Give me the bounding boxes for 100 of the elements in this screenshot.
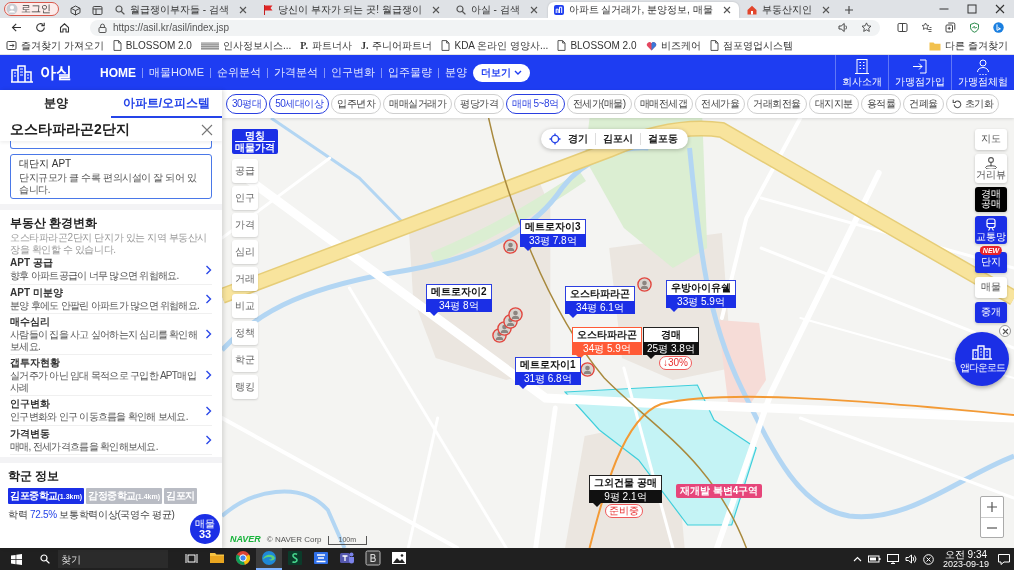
page-icon xyxy=(112,40,122,51)
status-button[interactable] xyxy=(922,553,934,565)
bookmark-link[interactable]: 즐겨찾기 가져오기 xyxy=(6,40,104,51)
nav-link[interactable]: 매물HOME xyxy=(149,67,204,78)
breadcrumb-item[interactable]: 김포시 xyxy=(596,133,640,145)
map-menu-button[interactable]: 심리 xyxy=(232,240,258,264)
nav-link[interactable]: 분양 xyxy=(445,67,467,78)
item-title: 가격변동 xyxy=(10,427,51,440)
close-icon xyxy=(995,4,1005,14)
browser-tab[interactable]: 부동산지인 xyxy=(740,2,838,18)
more-button[interactable]: 더보기 xyxy=(473,63,530,82)
section-title: 부동산 환경변화 xyxy=(10,216,99,231)
map-side-button[interactable]: 거리뷰 xyxy=(975,154,1007,183)
show-hidden-icons-button[interactable] xyxy=(852,556,862,562)
person-pin-icon xyxy=(984,156,998,169)
bookmark-link[interactable]: 비즈케어 xyxy=(645,40,701,51)
academic-stat: 학력 72.5% 보통학력이상(국영수 평균) xyxy=(8,508,176,521)
speaker-icon xyxy=(904,554,917,564)
search-field[interactable]: 찾기 xyxy=(58,550,168,568)
item-description: 사람들이 집을 사고 싶어하는지 심리를 확인해 보세요. xyxy=(10,329,199,353)
map-menu-button[interactable]: 학군 xyxy=(232,348,258,372)
browser-tab[interactable]: 월급쟁이부자들 - 검색 xyxy=(109,2,255,18)
item-description: 향후 아파트공급이 너무 많으면 위험해요. xyxy=(10,270,180,282)
map-menu-button[interactable]: 거래 xyxy=(232,267,258,291)
map-side-button[interactable]: 교통망 xyxy=(975,215,1007,244)
item-description: 분양 후에도 안팔린 아파트가 많으면 위험해요. xyxy=(10,299,201,312)
map-side-button[interactable]: 매물 xyxy=(975,277,1007,298)
nav-link[interactable]: HOME xyxy=(100,66,136,79)
bookmark-link[interactable]: 점포영업시스템 xyxy=(709,40,793,51)
crosshair-icon[interactable] xyxy=(549,133,561,145)
bookmark-link[interactable]: 인사정보시스... xyxy=(200,40,292,51)
card-text: 단지규모가 클 수록 편의시설이 잘 되어 있습니다. xyxy=(19,172,198,195)
map-side-button[interactable]: 중개 xyxy=(975,302,1007,323)
sign-in-icon xyxy=(911,58,929,75)
map-menu-button[interactable]: 정책 xyxy=(232,321,258,345)
environment-item[interactable]: 가격변동 매매, 전세가격흐름을 확인해보세요. xyxy=(10,425,212,456)
map-menu-button[interactable]: 공급 xyxy=(232,159,258,183)
map-menu-button[interactable]: 인구 xyxy=(232,186,258,210)
network-button[interactable] xyxy=(886,554,899,564)
star-icon[interactable] xyxy=(861,22,872,33)
environment-item[interactable]: 갭투자현황 실거주가 아닌 임대 목적으로 구입한 APT매입 사례 xyxy=(10,355,212,397)
nav-link[interactable]: 순위분석 xyxy=(217,67,261,78)
chevron-up-icon xyxy=(852,556,862,562)
bookmark-link[interactable]: P. 파트너사 xyxy=(300,40,352,51)
notifications-button[interactable] xyxy=(998,553,1010,565)
bookmark-link[interactable]: J. 주니어파트너 xyxy=(360,40,433,51)
avatar-icon[interactable] xyxy=(503,239,518,254)
toggle-option[interactable]: 매물가격 xyxy=(235,141,275,153)
map-menu-button[interactable]: 비교 xyxy=(232,294,258,318)
minus-icon xyxy=(986,526,998,529)
close-button[interactable] xyxy=(200,122,214,137)
breadcrumb-item[interactable]: 걸포동 xyxy=(641,133,685,145)
bookmark-link[interactable]: BLOSSOM 2.0 xyxy=(557,40,637,51)
folder-icon xyxy=(209,550,225,566)
toggle-option[interactable]: 명칭 xyxy=(235,130,275,141)
map-side-button[interactable]: 경매 공매 xyxy=(975,186,1007,212)
area-tag[interactable]: 재개발 북변4구역 xyxy=(676,484,763,498)
bookmark-folder[interactable]: 다른 즐겨찾기 xyxy=(929,40,1008,51)
avatar-icon[interactable] xyxy=(637,277,652,292)
panel-tab[interactable]: 분양 xyxy=(0,90,111,118)
page-icon xyxy=(441,40,451,51)
logo-icon xyxy=(553,5,564,15)
map-side-button[interactable]: 지도 xyxy=(975,129,1007,150)
nav-link[interactable]: 인구변화 xyxy=(331,67,375,78)
avatar-icon[interactable] xyxy=(508,307,523,322)
map-drawing[interactable] xyxy=(222,118,1014,548)
search-icon xyxy=(40,554,50,564)
browser-tab[interactable]: 아실 - 검색 xyxy=(449,2,546,18)
map-menu-button[interactable]: 랭킹 xyxy=(232,375,258,399)
item-title: 매수심리 xyxy=(10,316,51,329)
environment-item[interactable]: 매수심리 사람들이 집을 사고 싶어하는지 심리를 확인해 보세요. xyxy=(10,314,212,356)
browser-tab[interactable]: 아파트 실거래가, 분양정보, 매물 xyxy=(547,2,739,18)
map-side-button[interactable]: 단지 xyxy=(975,252,1007,273)
nav-link[interactable]: 가격분석 xyxy=(274,67,318,78)
bookmark-link[interactable]: KDA 온라인 영양사... xyxy=(441,40,549,51)
section-title: 학군 정보 xyxy=(8,469,61,484)
marker-title: 오스타파라곤 xyxy=(565,286,635,301)
person-icon xyxy=(974,58,992,75)
environment-item[interactable]: APT 공급 향후 아파트공급이 너무 많으면 위험해요. xyxy=(10,255,212,285)
volume-button[interactable] xyxy=(904,554,917,564)
address-field[interactable]: https://asil.kr/asil/index.jsp xyxy=(90,19,880,36)
assistant-logo-icon xyxy=(992,22,1004,33)
browser-tab[interactable]: 당신이 부자가 되는 곳! 월급쟁이 xyxy=(256,2,448,18)
environment-item[interactable]: APT 미분양 분양 후에도 안팔린 아파트가 많으면 위험해요. xyxy=(10,284,212,315)
site-logo[interactable]: 아실 xyxy=(10,62,72,83)
environment-item[interactable]: 인구변화 인구변화와 인구 이동흐름을 확인해 보세요. xyxy=(10,396,212,426)
logo-icon xyxy=(200,41,219,50)
profile-button[interactable]: 로그인 xyxy=(4,2,59,16)
breadcrumb-item[interactable]: 경기 xyxy=(561,133,595,145)
bookmark-link[interactable]: BLOSSOM 2.0 xyxy=(112,40,192,51)
heart-icon xyxy=(645,40,657,51)
clock[interactable]: 오전 9:34 2023-09-19 xyxy=(939,549,992,569)
map-menu-button[interactable]: 가격 xyxy=(232,213,258,237)
battery-button[interactable] xyxy=(867,555,881,563)
nav-link[interactable]: 입주물량 xyxy=(388,67,432,78)
tab-layout-icon xyxy=(91,4,103,16)
read-aloud-icon[interactable] xyxy=(838,22,849,33)
plus-icon xyxy=(986,501,998,513)
marker-badge: 준비중 xyxy=(605,504,643,518)
label-mode-toggle[interactable]: 명칭 매물가격 xyxy=(232,129,278,154)
